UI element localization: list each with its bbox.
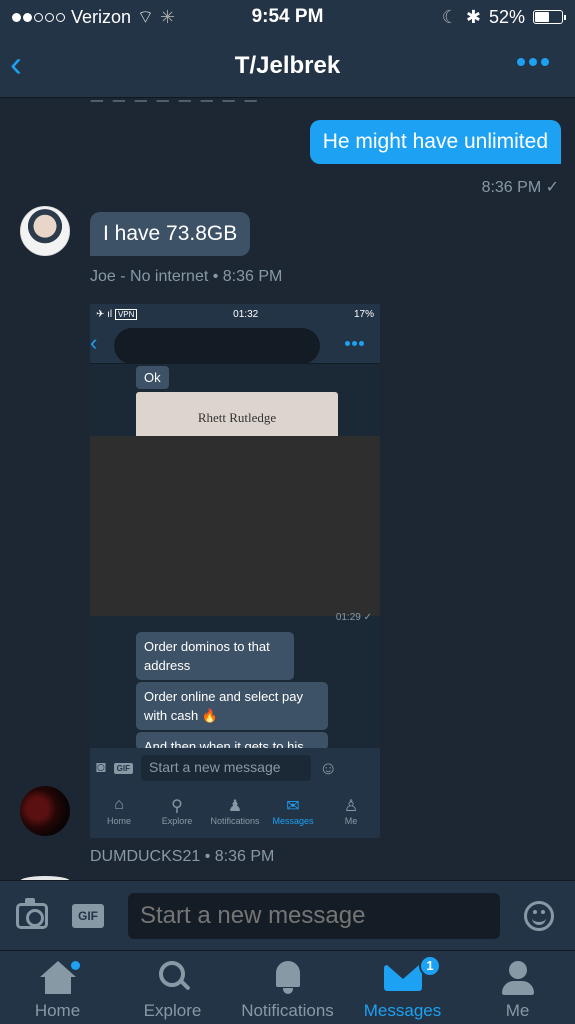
shot-tab-notifications: ♟ Notifications <box>210 798 260 826</box>
shot-vpn-label: ✈ ıl VPN <box>96 308 138 320</box>
tab-notifications[interactable]: Notifications <box>230 951 345 1024</box>
nav-bar: ‹ T/Jelbrek <box>0 34 575 98</box>
outgoing-message[interactable]: He might have unlimited <box>309 120 561 164</box>
person-icon <box>500 961 536 995</box>
shot-bubble-2: Order online and select pay with cash 🔥 <box>136 682 328 730</box>
home-unread-dot <box>71 961 80 970</box>
shot-mail-icon: ✉ <box>286 798 300 815</box>
bell-icon <box>270 961 306 995</box>
shot-status-bar: ✈ ıl VPN 01:32 17% <box>90 304 380 324</box>
battery-percent: 52% <box>488 6 525 27</box>
shot-redacted-area <box>90 436 380 616</box>
clipped-previous-meta: ᅳ ᅳ ᅳ ᅳ ᅳ ᅳ ᅳ ᅳ <box>90 98 260 110</box>
carrier-label: Verizon <box>71 6 132 27</box>
outgoing-timestamp: 8:36 PM ✓ <box>481 179 559 196</box>
status-right: ☾ ✱ 52% <box>343 6 566 28</box>
tab-messages-label: Messages <box>363 1001 442 1020</box>
shot-photo-time: 01:29 ✓ <box>335 612 372 623</box>
back-chevron-icon[interactable]: ‹ <box>10 46 22 82</box>
tab-notifications-label: Notifications <box>241 1001 334 1020</box>
shot-back-icon: ‹ <box>90 330 98 355</box>
compose-bar: GIF <box>0 880 575 950</box>
tab-bar: Home Explore Notifications 1 Messages Me <box>0 950 575 1024</box>
shot-bell-icon: ♟ <box>227 798 243 815</box>
tab-explore-label: Explore <box>143 1001 202 1020</box>
emoji-icon[interactable] <box>524 900 554 931</box>
shared-screenshot-image[interactable]: ✈ ıl VPN 01:32 17% ‹ Ok Rhett Rutledge 0… <box>90 304 380 838</box>
conversation-thread[interactable]: ᅳ ᅳ ᅳ ᅳ ᅳ ᅳ ᅳ ᅳ He might have unlimited … <box>0 98 575 880</box>
shot-compose-bar: ◙ GIF Start a new message ☺ <box>90 748 380 788</box>
bluetooth-icon: ✱ <box>465 6 481 27</box>
shot-compose-input: Start a new message <box>141 755 312 781</box>
avatar-dumducks21[interactable] <box>20 786 70 836</box>
shot-gif-icon: GIF <box>113 762 134 774</box>
incoming-meta: Joe - No internet • 8:36 PM <box>90 268 283 285</box>
shot-more-icon <box>345 341 364 346</box>
search-icon <box>155 961 191 995</box>
avatar-joe[interactable] <box>20 206 70 256</box>
tab-explore[interactable]: Explore <box>115 951 230 1024</box>
shot-emoji-icon: ☺ <box>319 757 338 778</box>
shot-tab-me: ♙ Me <box>343 798 359 826</box>
tab-home-label: Home <box>34 1001 81 1020</box>
gif-button[interactable]: GIF <box>72 903 104 928</box>
tab-messages[interactable]: 1 Messages <box>345 951 460 1024</box>
shot-nav-bar: ‹ <box>90 324 380 364</box>
shot-camera-icon: ◙ <box>96 759 106 776</box>
shot-tab-messages: ✉ Messages <box>272 798 314 826</box>
status-bar: Verizon ⌔ ✳ 9:54 PM ☾ ✱ 52% <box>0 0 575 34</box>
home-icon <box>39 961 76 977</box>
signal-icon <box>12 12 65 22</box>
moon-icon: ☾ <box>441 6 458 27</box>
messages-badge: 1 <box>419 955 441 977</box>
incoming-message[interactable]: I have 73.8GB <box>90 212 251 256</box>
shot-tab-home: ⌂ Home <box>106 796 131 826</box>
status-left: Verizon ⌔ ✳ <box>12 6 232 29</box>
tab-me-label: Me <box>505 1001 530 1020</box>
tab-home[interactable]: Home <box>0 951 115 1024</box>
shot-tab-bar: ⌂ Home ⚲ Explore ♟ Notifications ✉ Messages … <box>90 788 380 838</box>
camera-icon[interactable] <box>16 897 48 929</box>
battery-fill <box>535 12 549 22</box>
second-sender-meta: DUMDUCKS21 • 8:36 PM <box>90 848 275 865</box>
tab-me[interactable]: Me <box>460 951 575 1024</box>
shot-ok-bubble: Ok <box>136 366 169 389</box>
shot-home-icon: ⌂ <box>114 796 124 813</box>
shot-time: 01:32 <box>233 308 259 320</box>
message-input[interactable] <box>128 892 500 939</box>
shot-search-icon: ⚲ <box>171 798 183 815</box>
wifi-icon: ⌔ <box>137 6 154 27</box>
status-time: 9:54 PM <box>251 6 324 27</box>
activity-spinner-icon: ✳ <box>159 6 176 27</box>
battery-icon <box>533 10 566 24</box>
shot-person-icon: ♙ <box>343 798 359 815</box>
shot-bubble-1: Order dominos to that address <box>136 632 294 680</box>
mail-icon <box>383 965 422 991</box>
shot-tab-explore: ⚲ Explore <box>161 798 193 826</box>
conversation-title: T/Jelbrek <box>234 51 341 79</box>
shot-redacted-title <box>114 328 320 364</box>
more-options-icon[interactable] <box>517 58 549 66</box>
shot-battery: 17% <box>353 308 374 320</box>
